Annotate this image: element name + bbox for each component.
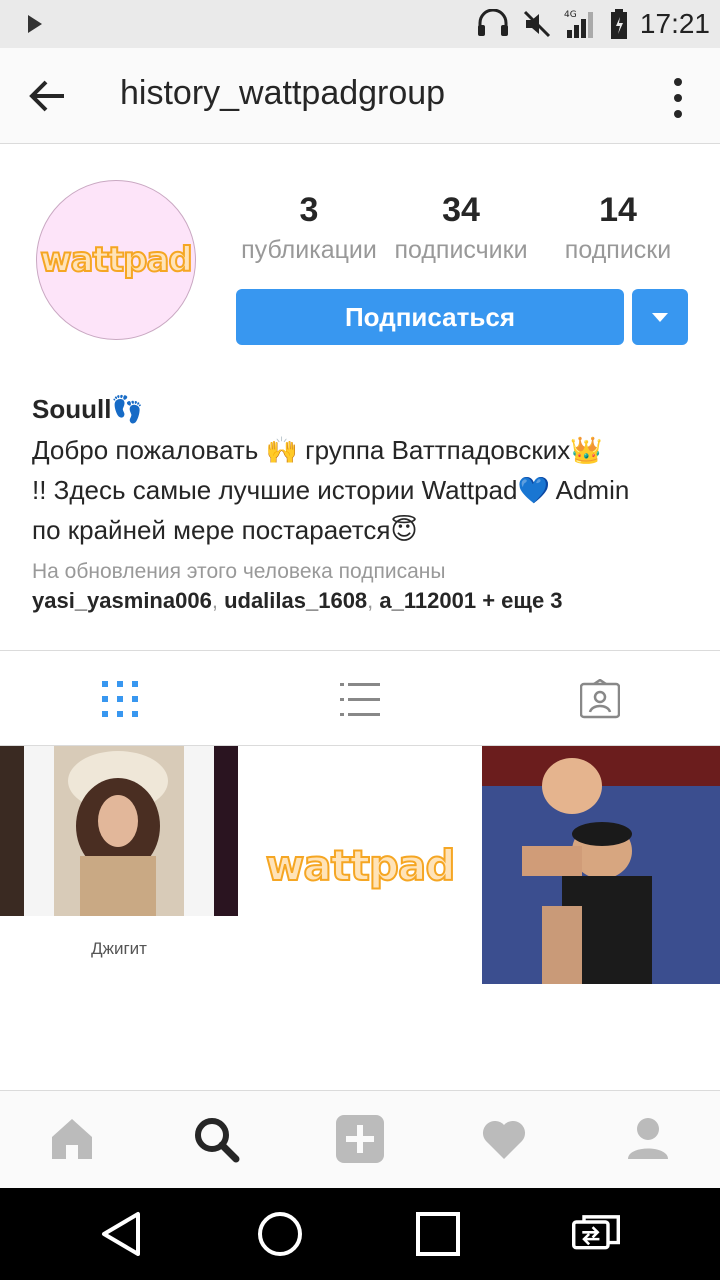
network-label: 4G [564, 10, 577, 20]
mute-icon [523, 10, 550, 38]
home-icon[interactable] [48, 1115, 96, 1163]
profile-bio: Souull👣 Добро пожаловать 🙌 группа Ваттпа… [32, 394, 702, 614]
wattpad-logo: wattpad [39, 239, 193, 281]
wattpad-logo: wattpad [265, 840, 457, 891]
profile-username-title: history_wattpadgroup [120, 74, 446, 112]
followed-by-label: На обновления этого человека подписаны [32, 560, 446, 583]
bio-line: Добро пожаловать 🙌 группа Ваттпадовских👑 [32, 435, 603, 465]
follow-button[interactable]: Подписаться [236, 289, 624, 345]
bottom-navigation [0, 1090, 720, 1188]
search-icon[interactable] [192, 1115, 240, 1163]
play-icon [28, 15, 42, 33]
follower-link[interactable]: a_112001 [379, 588, 476, 613]
list-view-icon[interactable] [340, 679, 380, 719]
profile-icon[interactable] [624, 1115, 672, 1163]
follower-link[interactable]: udalilas_1608 [224, 588, 367, 613]
back-triangle-icon[interactable] [98, 1210, 146, 1258]
post-thumbnail[interactable] [482, 746, 720, 984]
following-count-value: 14 [599, 191, 637, 229]
recents-square-icon[interactable] [414, 1210, 462, 1258]
followers-count-value: 34 [442, 191, 480, 229]
headset-icon [477, 9, 508, 36]
add-post-icon[interactable] [336, 1115, 384, 1163]
follower-link[interactable]: yasi_yasmina006 [32, 588, 212, 613]
post-image [482, 746, 720, 984]
post-caption: Джигит [91, 939, 147, 958]
post-thumbnail[interactable]: Джигит [0, 746, 238, 984]
following-count-label: подписки [564, 236, 672, 264]
clock: 17:21 [639, 8, 710, 39]
bio-line: по крайней мере постарается😇 [32, 515, 418, 545]
system-navigation-bar [0, 1188, 720, 1280]
followers-count-label: подписчики [394, 236, 528, 264]
chevron-down-icon [652, 312, 668, 322]
tagged-photos-icon[interactable] [580, 679, 620, 719]
avatar[interactable]: wattpad [36, 180, 196, 340]
followed-by-list[interactable]: yasi_yasmina006, udalilas_1608, a_112001… [32, 588, 702, 614]
heart-icon[interactable] [480, 1115, 528, 1163]
bio-text: Добро пожаловать 🙌 группа Ваттпадовских👑… [32, 430, 702, 550]
posts-count-value: 3 [299, 191, 319, 229]
posts-count: 3 публикации [236, 190, 382, 265]
battery-icon [610, 9, 627, 39]
posts-grid: Джигит wattpad [0, 746, 720, 984]
followers-more-link[interactable]: + еще 3 [482, 588, 562, 613]
suggestions-dropdown-button[interactable] [632, 289, 688, 345]
home-circle-icon[interactable] [256, 1210, 304, 1258]
more-options-icon[interactable] [666, 76, 690, 120]
bio-line: !! Здесь самые лучшие истории Wattpad💙 A… [32, 475, 630, 505]
status-icons: 4G 17:21 [476, 6, 710, 42]
app-header: history_wattpadgroup [0, 48, 720, 144]
profile-name: Souull👣 [32, 394, 144, 424]
switch-app-icon[interactable] [572, 1210, 620, 1258]
posts-count-label: публикации [241, 236, 377, 264]
post-image: Джигит [0, 746, 238, 958]
followers-count[interactable]: 34 подписчики [386, 190, 536, 265]
profile-view-tabs [0, 650, 720, 746]
signal-icon: 4G [564, 10, 593, 38]
post-thumbnail[interactable]: wattpad [241, 746, 479, 984]
following-count[interactable]: 14 подписки [548, 190, 688, 265]
grid-view-icon[interactable] [100, 679, 140, 719]
back-arrow-icon[interactable] [24, 74, 72, 118]
profile-stats: 3 публикации 34 подписчики 14 подписки [236, 190, 688, 265]
status-bar: 4G 17:21 [0, 0, 720, 48]
